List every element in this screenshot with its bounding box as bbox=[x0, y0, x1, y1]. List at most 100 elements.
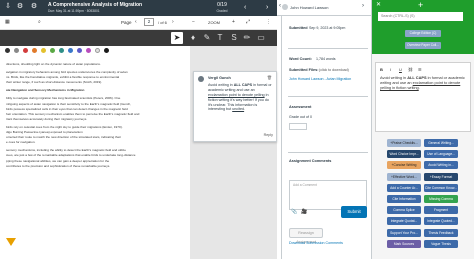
more-icon[interactable]: ⋮ bbox=[266, 19, 271, 25]
add-icon[interactable]: + bbox=[418, 0, 423, 10]
color-swatch[interactable] bbox=[23, 48, 28, 53]
doc-line[interactable]: contributes to the precision and sophist… bbox=[6, 164, 184, 169]
comment-bank-button[interactable]: Support Your Pro... bbox=[387, 228, 421, 237]
color-swatch[interactable] bbox=[59, 48, 64, 53]
color-swatch[interactable] bbox=[32, 48, 37, 53]
media-icon[interactable]: 🎥 bbox=[301, 209, 307, 215]
grade-input[interactable] bbox=[289, 123, 307, 130]
assessment-label: Assessment bbox=[289, 105, 312, 109]
prev-student-icon[interactable]: ‹ bbox=[244, 4, 246, 11]
reassign-button[interactable]: Reassign Assignment bbox=[289, 228, 323, 244]
color-swatch[interactable] bbox=[5, 48, 10, 53]
comment-bank-button[interactable]: Fragment bbox=[424, 206, 458, 215]
comment-bank-button[interactable]: Word Choice Impr... bbox=[387, 150, 421, 159]
attach-icon[interactable]: 📎 bbox=[291, 209, 297, 215]
color-swatch[interactable] bbox=[86, 48, 91, 53]
comment-search-input[interactable]: Search (CTRL-S) (S) bbox=[378, 12, 463, 21]
comment-bank-button[interactable]: Integrate Quotat... bbox=[387, 217, 421, 226]
comment-bank-button[interactable]: +Essay Format bbox=[424, 172, 458, 181]
comment-bank-button[interactable]: Missing Comma bbox=[424, 195, 458, 203]
zoom-label[interactable]: ZOOM bbox=[208, 20, 220, 25]
tag-overview-paper[interactable]: Overview Paper Coll... bbox=[405, 42, 441, 49]
zoom-out-icon[interactable]: − bbox=[192, 19, 195, 25]
top-bar: ⇩ ⚙ ⚙ A Comprehensive Analysis of Migrat… bbox=[0, 0, 277, 16]
search-doc-icon[interactable]: ⌕ bbox=[38, 19, 41, 25]
sidebar-toggle-icon[interactable]: ▦ bbox=[5, 19, 10, 25]
comment-bank-button[interactable]: Cite Common Know... bbox=[424, 183, 458, 192]
highlight-tool-icon[interactable]: ✎ bbox=[201, 32, 213, 44]
comment-bank-button[interactable]: Thesis Feedback bbox=[424, 228, 458, 237]
submitted-files-label: Submitted Files: bbox=[289, 68, 319, 72]
next-page-icon[interactable]: › bbox=[172, 19, 174, 25]
page-input[interactable]: 2 bbox=[144, 18, 154, 26]
comment-bank-button[interactable]: Mark Sources bbox=[387, 239, 421, 248]
settings-icon[interactable]: ⚙ bbox=[30, 3, 38, 11]
divider bbox=[288, 48, 368, 49]
link-icon[interactable]: ⛓ bbox=[408, 67, 413, 72]
comment-bank-button[interactable]: Vague Thesis bbox=[424, 239, 458, 248]
comment-bank-button[interactable]: +Effective Word... bbox=[387, 172, 421, 181]
comment-bank-button[interactable]: Avoid Writing in... bbox=[424, 161, 458, 170]
color-swatch[interactable] bbox=[104, 48, 109, 53]
italic-icon[interactable]: I bbox=[390, 67, 391, 72]
color-swatch[interactable] bbox=[68, 48, 73, 53]
submitted-file-link[interactable]: John Howard Lawson - Avian Migration bbox=[289, 77, 351, 81]
comment-author: Vergil Gunch bbox=[208, 76, 231, 80]
bold-icon[interactable]: B bbox=[380, 67, 383, 72]
comment-bank-button[interactable]: Cite Information bbox=[387, 195, 421, 203]
divider bbox=[288, 96, 368, 97]
close-icon[interactable]: ✕ bbox=[376, 1, 381, 8]
warning-icon bbox=[6, 238, 16, 246]
document-page[interactable]: directions, shedding light on the dynami… bbox=[0, 46, 190, 259]
page-label: Page bbox=[121, 20, 132, 25]
rectangle-tool-icon[interactable]: ▭ bbox=[255, 32, 267, 44]
gear-icon[interactable]: ⚙ bbox=[16, 3, 24, 11]
chevron-right-icon[interactable]: › bbox=[362, 3, 364, 9]
doc-line[interactable]: their winter range, if such as short-dis… bbox=[6, 80, 184, 85]
comment-bank-button[interactable]: Add a Counter Ar... bbox=[387, 183, 421, 192]
comment-bank-button[interactable]: +Praise Checklis... bbox=[387, 139, 421, 147]
page-count: / of 6 bbox=[158, 20, 167, 25]
pin-tool-icon[interactable]: ♦ bbox=[187, 32, 199, 44]
trash-icon[interactable]: 🗑 bbox=[267, 75, 272, 81]
list-icon[interactable]: ☰ bbox=[418, 67, 422, 72]
assignment-title[interactable]: A Comprehensive Analysis of Migration bbox=[48, 2, 142, 8]
submit-button[interactable]: Submit bbox=[341, 206, 367, 218]
assignment-due: Due: May 31 at 11:59pm · 8053801 bbox=[48, 9, 100, 13]
prev-page-icon[interactable]: ‹ bbox=[135, 19, 137, 25]
avatar bbox=[282, 4, 288, 10]
comment-bank-button[interactable]: General Writing... bbox=[424, 139, 458, 147]
editor-text[interactable]: Avoid writing in ALL CAPS in formal or a… bbox=[380, 75, 468, 91]
color-swatch[interactable] bbox=[77, 48, 82, 53]
reply-button[interactable]: Reply bbox=[264, 133, 273, 138]
color-swatch[interactable] bbox=[95, 48, 100, 53]
comment-editor[interactable]: B I U ⛓ ☰ Avoid writing in ALL CAPS in f… bbox=[375, 62, 471, 132]
chevron-left-icon[interactable]: ‹ bbox=[279, 3, 281, 9]
underline-icon[interactable]: U bbox=[399, 67, 402, 72]
comment-bank-button[interactable]: Integrate Quoted... bbox=[424, 217, 458, 226]
tag-college-edition[interactable]: College Edition (C) bbox=[405, 30, 441, 37]
download-icon[interactable]: ⇩ bbox=[4, 3, 12, 11]
strikeout-tool-icon[interactable]: S bbox=[228, 32, 240, 44]
student-header: ‹ John Howard Lawson › bbox=[277, 0, 371, 16]
select-tool-icon[interactable]: ➤ bbox=[171, 32, 183, 44]
annotation-comment[interactable]: Vergil Gunch 🗑 Avoid writing in ALL CAPS… bbox=[193, 71, 277, 142]
fit-icon[interactable]: ⤢ bbox=[246, 19, 250, 25]
next-student-icon[interactable]: › bbox=[266, 4, 268, 11]
doc-line[interactable]: rtant themselves accurately during their… bbox=[6, 117, 184, 122]
doc-line[interactable]: e cues for navigation. bbox=[6, 140, 184, 145]
comment-bank-button[interactable]: +Concise Writing bbox=[387, 161, 421, 170]
comment-bank-button[interactable]: Use of Language... bbox=[424, 150, 458, 159]
color-swatch[interactable] bbox=[41, 48, 46, 53]
comment-bank-button[interactable]: Comma Splice bbox=[387, 206, 421, 215]
zoom-in-icon[interactable]: + bbox=[232, 19, 235, 25]
color-swatch[interactable] bbox=[14, 48, 19, 53]
doc-heading[interactable]: ate Navigation and Sensory Mechanisms in… bbox=[6, 88, 184, 93]
text-tool-icon[interactable]: T bbox=[214, 32, 226, 44]
color-swatch[interactable] bbox=[50, 48, 55, 53]
assignment-comments-label: Assignment Comments bbox=[289, 159, 332, 163]
download-comments-link[interactable]: Download Submission Comments bbox=[289, 241, 343, 245]
doc-line[interactable]: directions, shedding light on the dynami… bbox=[6, 62, 184, 67]
student-name[interactable]: John Howard Lawson bbox=[290, 5, 328, 10]
draw-tool-icon[interactable]: ✏ bbox=[241, 32, 253, 44]
